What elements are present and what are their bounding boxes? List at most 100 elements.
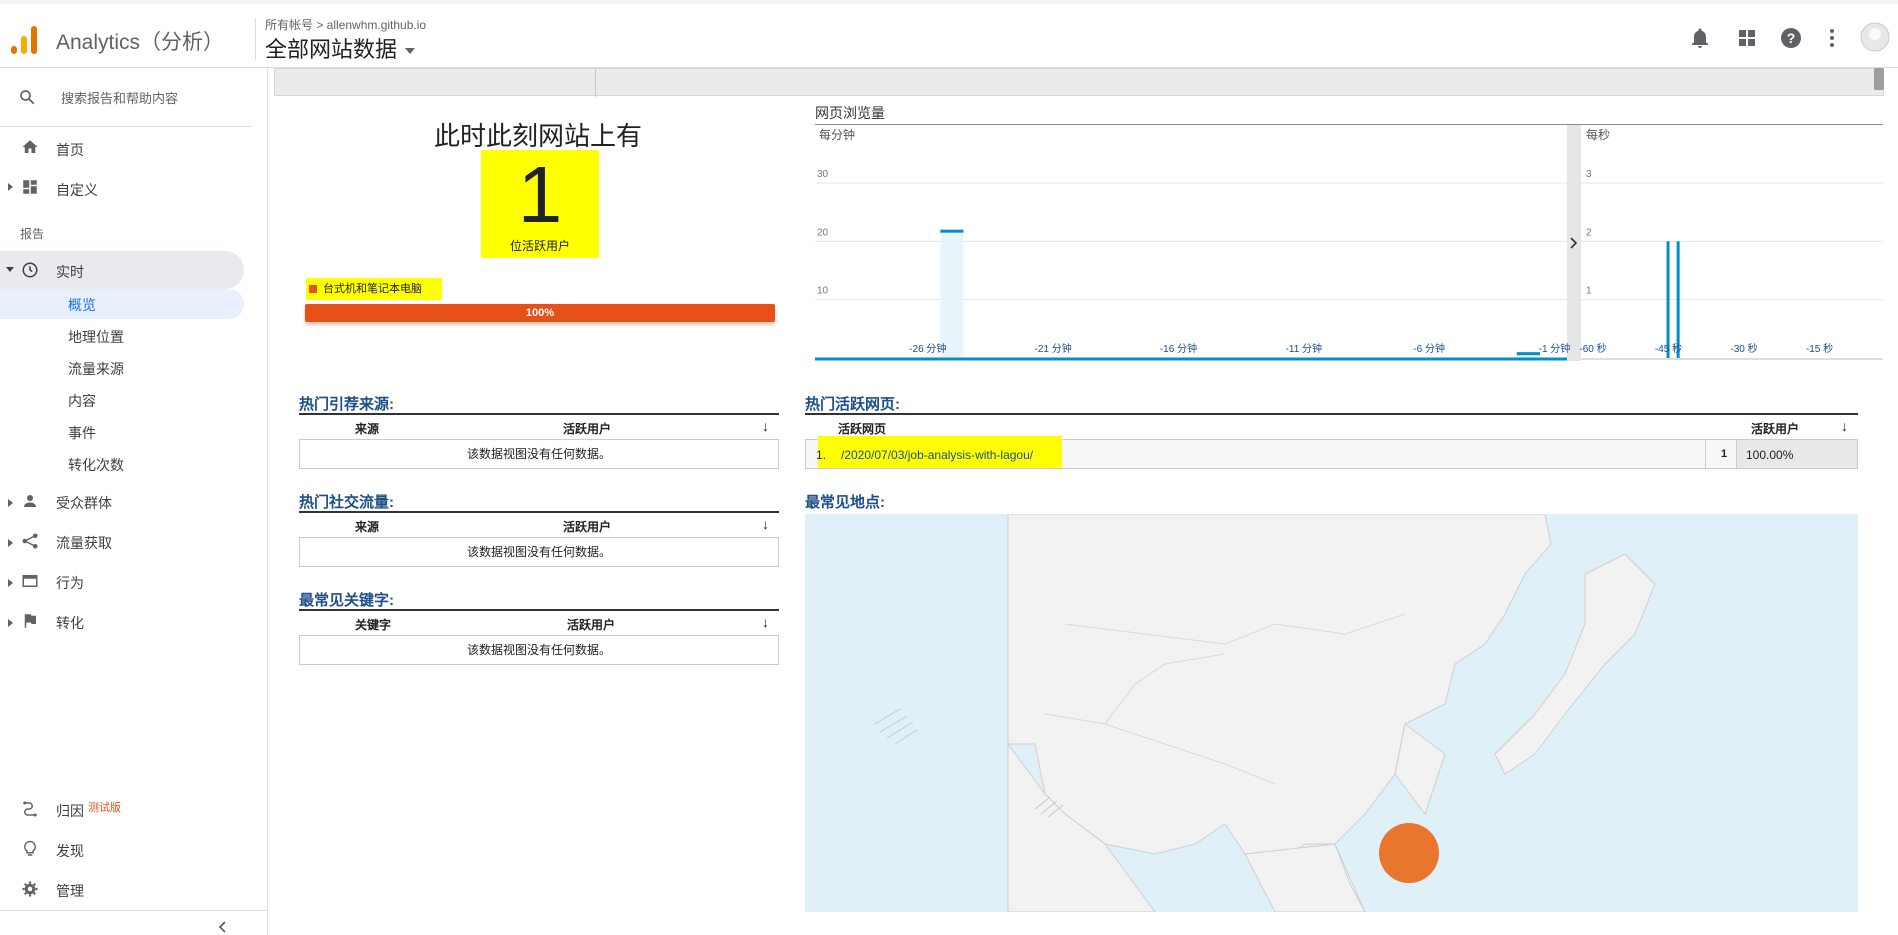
- panel-separator: [1567, 125, 1581, 361]
- sidebar-subitem-locations[interactable]: 地理位置: [68, 327, 124, 347]
- sidebar-item-audience[interactable]: 受众群体: [56, 493, 112, 513]
- realtime-headline: 此时此刻网站上有: [434, 121, 643, 151]
- expand-arrow-icon[interactable]: [8, 579, 13, 587]
- scrollbar[interactable]: [1874, 68, 1884, 90]
- land-mass-southeast: [1244, 843, 1366, 912]
- table-header: 来源 活跃用户 ↓: [299, 513, 779, 538]
- report-toolbar[interactable]: [274, 68, 1884, 97]
- land-mass: [1007, 514, 1552, 865]
- beta-badge: 测试版: [88, 802, 121, 814]
- bell-icon[interactable]: [1688, 26, 1712, 50]
- map-graphic: [874, 514, 1656, 912]
- search-input[interactable]: 搜索报告和帮助内容: [61, 88, 178, 107]
- sidebar-divider: [0, 910, 268, 911]
- korea-landmass: [1394, 723, 1446, 816]
- per-minute-label: 每分钟: [819, 127, 855, 142]
- col-active-users[interactable]: 活跃用户: [567, 616, 615, 633]
- home-icon: [22, 140, 38, 153]
- sidebar-item-acquisition[interactable]: 流量获取: [56, 533, 112, 553]
- x-tick-label: -1 分钟: [1539, 342, 1571, 355]
- sidebar-subitem-content[interactable]: 内容: [68, 391, 96, 411]
- flag-icon: [24, 614, 36, 628]
- sort-down-icon[interactable]: ↓: [762, 418, 769, 434]
- location-marker[interactable]: [1379, 823, 1439, 883]
- highlight-band: [940, 229, 964, 358]
- analytics-logo-icon[interactable]: [10, 26, 40, 56]
- expand-arrow-icon[interactable]: [8, 183, 13, 191]
- col-active-users[interactable]: 活跃用户: [563, 420, 611, 437]
- keywords-table: 关键字 活跃用户 ↓ 该数据视图没有任何数据。: [299, 609, 779, 665]
- active-pages-title: 热门活跃网页:: [805, 396, 900, 413]
- col-keyword[interactable]: 关键字: [355, 616, 391, 633]
- avatar[interactable]: [1860, 22, 1890, 52]
- col-source[interactable]: 来源: [355, 518, 379, 535]
- device-share-bar[interactable]: 100%: [305, 304, 775, 322]
- apps-icon[interactable]: [1735, 26, 1759, 50]
- social-table: 来源 活跃用户 ↓ 该数据视图没有任何数据。: [299, 511, 779, 567]
- sidebar-item-attribution[interactable]: 归因: [56, 801, 84, 821]
- clock-icon: [22, 262, 38, 278]
- x-tick-label: -6 分钟: [1413, 342, 1445, 355]
- social-title: 热门社交流量:: [299, 494, 394, 511]
- y-tick-label: 30: [817, 169, 829, 180]
- sort-down-icon[interactable]: ↓: [1841, 418, 1848, 434]
- col-source[interactable]: 来源: [355, 420, 379, 437]
- x-tick-label: -21 分钟: [1035, 342, 1072, 355]
- sidebar-subitem-events[interactable]: 事件: [68, 423, 96, 443]
- empty-message: 该数据视图没有任何数据。: [299, 537, 779, 567]
- col-active-page[interactable]: 活跃网页: [838, 420, 886, 437]
- bar-minute: [1516, 352, 1540, 356]
- chevron-left-icon[interactable]: [216, 920, 230, 934]
- x-tick-label: -26 分钟: [909, 342, 946, 355]
- sidebar-subitem-traffic-sources[interactable]: 流量来源: [68, 359, 124, 379]
- expand-arrow-icon[interactable]: [8, 499, 13, 507]
- sidebar-item-behavior[interactable]: 行为: [56, 573, 84, 593]
- sort-down-icon[interactable]: ↓: [762, 614, 769, 630]
- sidebar-item-admin[interactable]: 管理: [56, 881, 84, 901]
- active-page-link[interactable]: /2020/07/03/job-analysis-with-lagou/: [841, 448, 1033, 462]
- sidebar-search[interactable]: 搜索报告和帮助内容: [0, 68, 252, 127]
- breadcrumb[interactable]: 所有帐号 > allenwhm.github.io: [265, 16, 426, 33]
- y-tick-label: 2: [1586, 227, 1592, 238]
- attribution-icon: [23, 801, 37, 817]
- sidebar-item-discover[interactable]: 发现: [56, 841, 84, 861]
- sidebar-subitem-conversions[interactable]: 转化次数: [68, 455, 124, 475]
- gear-icon: [22, 881, 38, 897]
- table-header: 关键字 活跃用户 ↓: [299, 611, 779, 636]
- row-percent: 100.00%: [1746, 448, 1794, 462]
- bar-second: [1676, 241, 1680, 358]
- collapse-arrow-icon[interactable]: [6, 267, 14, 272]
- keywords-title: 最常见关键字:: [299, 592, 394, 609]
- app-title[interactable]: Analytics（分析）: [56, 26, 224, 56]
- empty-message: 该数据视图没有任何数据。: [299, 635, 779, 665]
- search-icon: [20, 90, 35, 105]
- x-tick-label: -16 分钟: [1160, 342, 1197, 355]
- sort-down-icon[interactable]: ↓: [762, 516, 769, 532]
- more-vert-icon[interactable]: [1820, 26, 1844, 50]
- expand-arrow-icon[interactable]: [8, 619, 13, 627]
- active-users-count: 1: [517, 150, 563, 239]
- sidebar-item-home[interactable]: 首页: [56, 140, 84, 160]
- table-row[interactable]: 1. /2020/07/03/job-analysis-with-lagou/ …: [805, 436, 1858, 469]
- sidebar-item-conversions[interactable]: 转化: [56, 613, 84, 633]
- x-tick-label: -45 秒: [1655, 342, 1682, 355]
- x-tick-label: -60 秒: [1579, 342, 1606, 355]
- active-users-label: 位活跃用户: [509, 239, 570, 253]
- sidebar-item-realtime[interactable]: 实时: [56, 262, 84, 282]
- locations-map[interactable]: [805, 514, 1858, 912]
- referrals-table: 来源 活跃用户 ↓ 该数据视图没有任何数据。: [299, 413, 779, 469]
- y-tick-label: 10: [817, 286, 829, 297]
- property-selector[interactable]: 全部网站数据: [265, 32, 416, 64]
- sidebar-item-customize[interactable]: 自定义: [56, 180, 98, 200]
- svg-text:?: ?: [1787, 30, 1796, 46]
- col-active-users[interactable]: 活跃用户: [563, 518, 611, 535]
- col-active-users[interactable]: 活跃用户: [1751, 420, 1799, 437]
- expand-arrow-icon[interactable]: [8, 539, 13, 547]
- x-tick-label: -11 分钟: [1286, 342, 1323, 355]
- empty-message: 该数据视图没有任何数据。: [299, 439, 779, 469]
- sidebar-subitem-overview[interactable]: 概览: [68, 295, 96, 315]
- cell-divider: [1705, 440, 1706, 468]
- help-icon[interactable]: ?: [1779, 26, 1803, 50]
- y-tick-label: 1: [1586, 286, 1592, 297]
- active-pages-table: 活跃网页 活跃用户 ↓ 1. /2020/07/03/job-analysis-…: [805, 413, 1858, 471]
